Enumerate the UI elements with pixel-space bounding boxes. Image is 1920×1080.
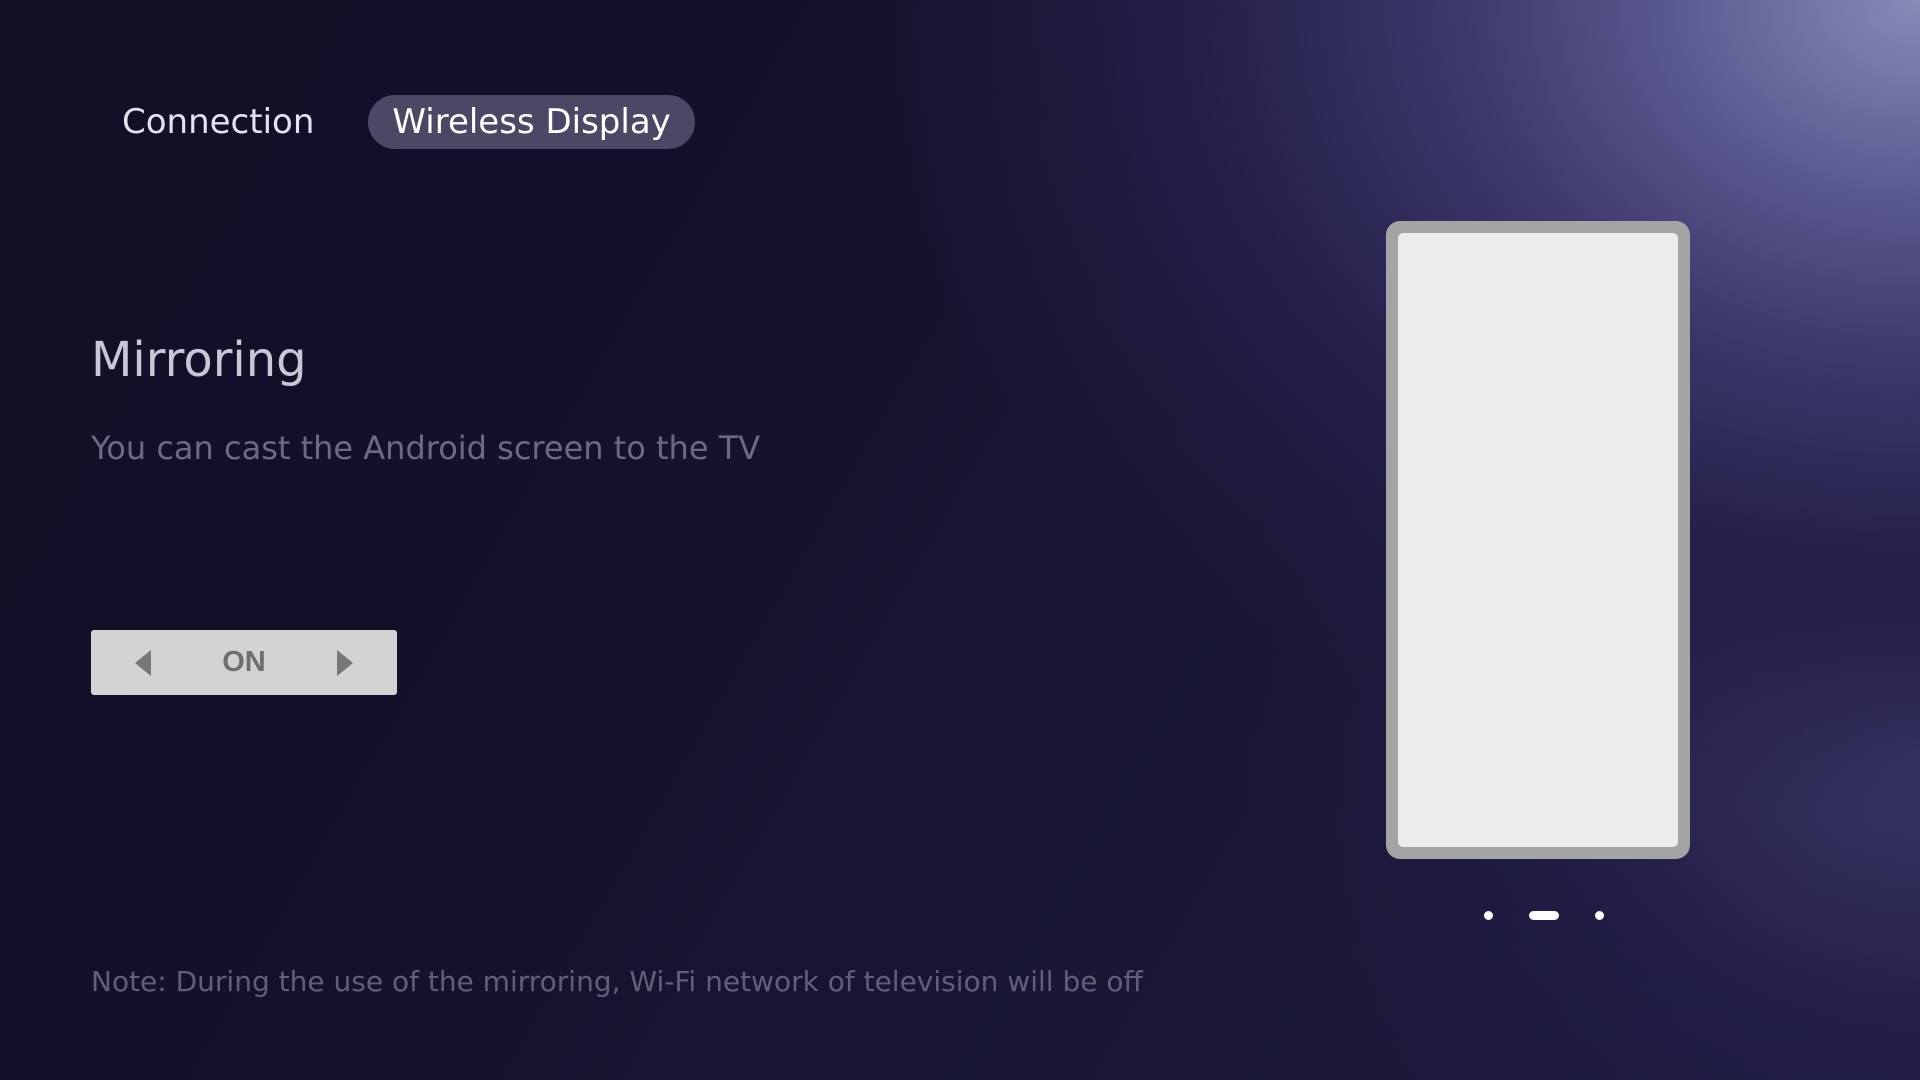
- tab-connection[interactable]: Connection: [94, 95, 338, 149]
- page-dot-active: [1529, 911, 1559, 920]
- mirroring-value: ON: [222, 646, 266, 678]
- mirroring-toggle-selector[interactable]: ON: [91, 630, 397, 695]
- mirroring-title: Mirroring: [91, 332, 307, 388]
- tab-wireless-display[interactable]: Wireless Display: [368, 95, 695, 149]
- mirroring-note: Note: During the use of the mirroring, W…: [91, 965, 1143, 998]
- mirroring-description: You can cast the Android screen to the T…: [91, 429, 761, 467]
- page-indicator: [1484, 911, 1604, 920]
- caret-left-icon[interactable]: [135, 649, 151, 676]
- page-dot: [1484, 911, 1493, 920]
- phone-screen: [1398, 233, 1678, 847]
- page-dot: [1595, 911, 1604, 920]
- caret-right-icon[interactable]: [337, 649, 353, 676]
- phone-illustration: [1386, 221, 1690, 859]
- top-tabs: Connection Wireless Display: [122, 95, 695, 149]
